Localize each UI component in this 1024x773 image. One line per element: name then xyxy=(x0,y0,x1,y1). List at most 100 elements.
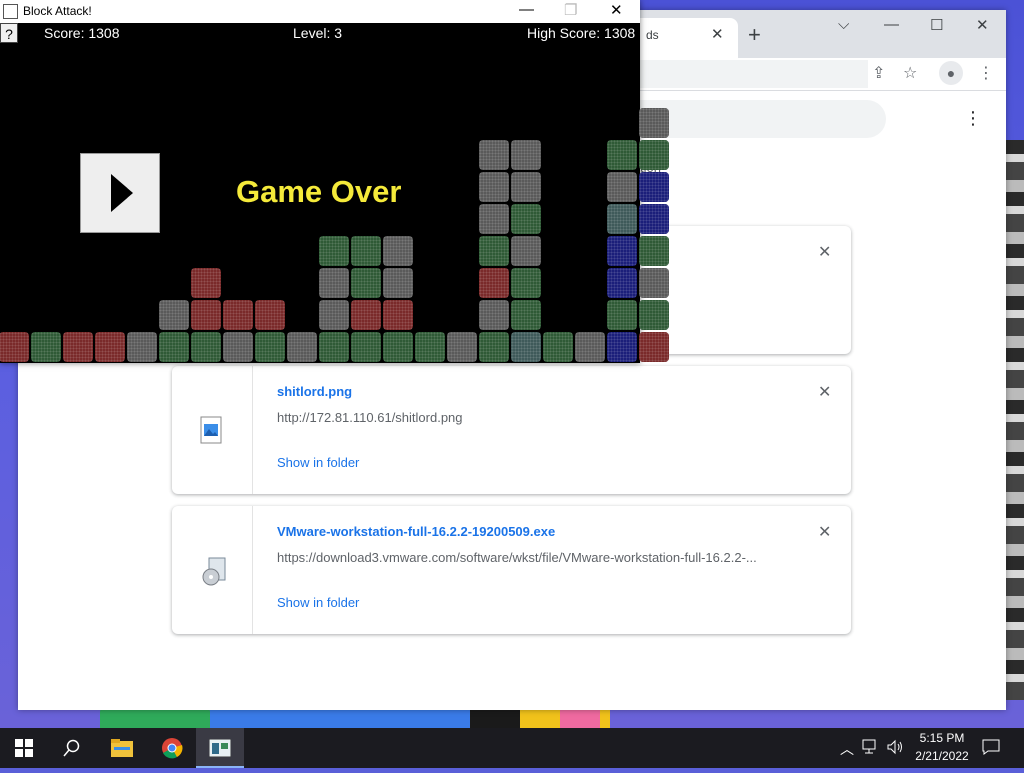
game-block xyxy=(575,332,605,362)
close-icon[interactable]: ✕ xyxy=(976,16,989,34)
game-block xyxy=(191,300,221,330)
game-block xyxy=(607,140,637,170)
game-block xyxy=(479,172,509,202)
game-block xyxy=(543,332,573,362)
help-button[interactable]: ? xyxy=(0,23,18,43)
close-icon[interactable]: ✕ xyxy=(610,1,623,19)
game-block xyxy=(639,140,669,170)
game-block xyxy=(479,204,509,234)
game-block xyxy=(319,268,349,298)
game-block xyxy=(351,236,381,266)
maximize-icon[interactable]: ❐ xyxy=(564,1,577,19)
game-over-text: Game Over xyxy=(236,174,402,209)
profile-avatar-icon[interactable]: ● xyxy=(939,61,963,85)
game-block xyxy=(191,332,221,362)
new-tab-icon[interactable]: + xyxy=(748,22,761,48)
game-block xyxy=(255,300,285,330)
share-icon[interactable]: ⇪ xyxy=(872,63,885,83)
remove-download-icon[interactable]: ✕ xyxy=(818,242,831,262)
file-explorer-icon[interactable] xyxy=(98,728,146,768)
game-block xyxy=(607,268,637,298)
window-title: Block Attack! xyxy=(23,4,92,18)
chrome-icon[interactable] xyxy=(148,728,196,768)
minimize-icon[interactable]: — xyxy=(884,16,899,33)
game-block xyxy=(639,204,669,234)
download-file-link[interactable]: shitlord.png xyxy=(277,384,352,399)
game-block xyxy=(447,332,477,362)
game-block xyxy=(607,236,637,266)
tab-title: ds xyxy=(646,28,659,42)
chevron-up-icon[interactable]: ︿ xyxy=(840,739,854,759)
show-in-folder-link[interactable]: Show in folder xyxy=(277,455,359,470)
file-icon-column xyxy=(172,506,253,634)
volume-icon[interactable] xyxy=(886,739,904,758)
game-block xyxy=(607,204,637,234)
game-block xyxy=(479,332,509,362)
game-block xyxy=(639,300,669,330)
game-block xyxy=(511,236,541,266)
game-block xyxy=(479,268,509,298)
block-attack-taskbar-icon[interactable] xyxy=(196,728,244,768)
file-icon-column xyxy=(172,366,253,494)
image-file-icon xyxy=(199,416,223,444)
clock-time[interactable]: 5:15 PM xyxy=(912,731,972,745)
start-button[interactable] xyxy=(0,728,48,768)
play-icon xyxy=(111,174,133,212)
tab-close-icon[interactable]: ✕ xyxy=(711,25,724,43)
notification-icon[interactable] xyxy=(982,739,1000,758)
game-block xyxy=(31,332,61,362)
game-block xyxy=(511,332,541,362)
game-block xyxy=(607,332,637,362)
game-block xyxy=(639,268,669,298)
block-attack-window: Block Attack! — ❐ ✕ ? Score: 1308 Level:… xyxy=(0,0,669,363)
remove-download-icon[interactable]: ✕ xyxy=(818,522,831,542)
chevron-down-icon[interactable]: ⌵ xyxy=(838,16,849,33)
maximize-icon[interactable]: ☐ xyxy=(930,16,943,34)
game-block xyxy=(95,332,125,362)
game-block xyxy=(383,268,413,298)
game-block xyxy=(127,332,157,362)
game-block xyxy=(159,332,189,362)
game-block xyxy=(191,268,221,298)
show-in-folder-link[interactable]: Show in folder xyxy=(277,595,359,610)
game-block xyxy=(159,300,189,330)
play-button[interactable] xyxy=(80,153,160,233)
game-block xyxy=(383,236,413,266)
download-file-link[interactable]: VMware-workstation-full-16.2.2-19200509.… xyxy=(277,524,555,539)
game-block xyxy=(511,268,541,298)
search-icon[interactable] xyxy=(48,728,96,768)
clock-date[interactable]: 2/21/2022 xyxy=(908,749,976,763)
game-block xyxy=(223,300,253,330)
star-icon[interactable]: ☆ xyxy=(903,63,917,83)
download-item: shitlord.png http://172.81.110.61/shitlo… xyxy=(172,366,851,494)
remove-download-icon[interactable]: ✕ xyxy=(818,382,831,402)
network-icon[interactable] xyxy=(862,739,880,758)
downloads-menu-icon[interactable]: ⋮ xyxy=(964,108,982,129)
app-icon xyxy=(3,4,18,19)
game-block xyxy=(607,300,637,330)
high-score-display: High Score: 1308 xyxy=(527,25,636,41)
taskbar: ︿ xyxy=(0,728,1024,768)
game-block xyxy=(639,332,669,362)
background-window-edge xyxy=(1006,140,1024,700)
game-block xyxy=(511,300,541,330)
minimize-icon[interactable]: — xyxy=(519,1,534,18)
game-block xyxy=(479,300,509,330)
download-source-url[interactable]: https://download3.vmware.com/software/wk… xyxy=(277,550,777,565)
game-block xyxy=(639,172,669,202)
game-block xyxy=(255,332,285,362)
game-block xyxy=(63,332,93,362)
game-block xyxy=(351,268,381,298)
game-block xyxy=(383,332,413,362)
installer-icon xyxy=(199,556,226,586)
download-source-url[interactable]: http://172.81.110.61/shitlord.png xyxy=(277,410,777,425)
game-block xyxy=(351,300,381,330)
game-block xyxy=(287,332,317,362)
download-item: VMware-workstation-full-16.2.2-19200509.… xyxy=(172,506,851,634)
game-block xyxy=(415,332,445,362)
game-titlebar xyxy=(0,0,640,23)
game-block xyxy=(319,236,349,266)
game-block xyxy=(607,172,637,202)
menu-icon[interactable]: ⋮ xyxy=(978,63,994,83)
game-block xyxy=(479,140,509,170)
